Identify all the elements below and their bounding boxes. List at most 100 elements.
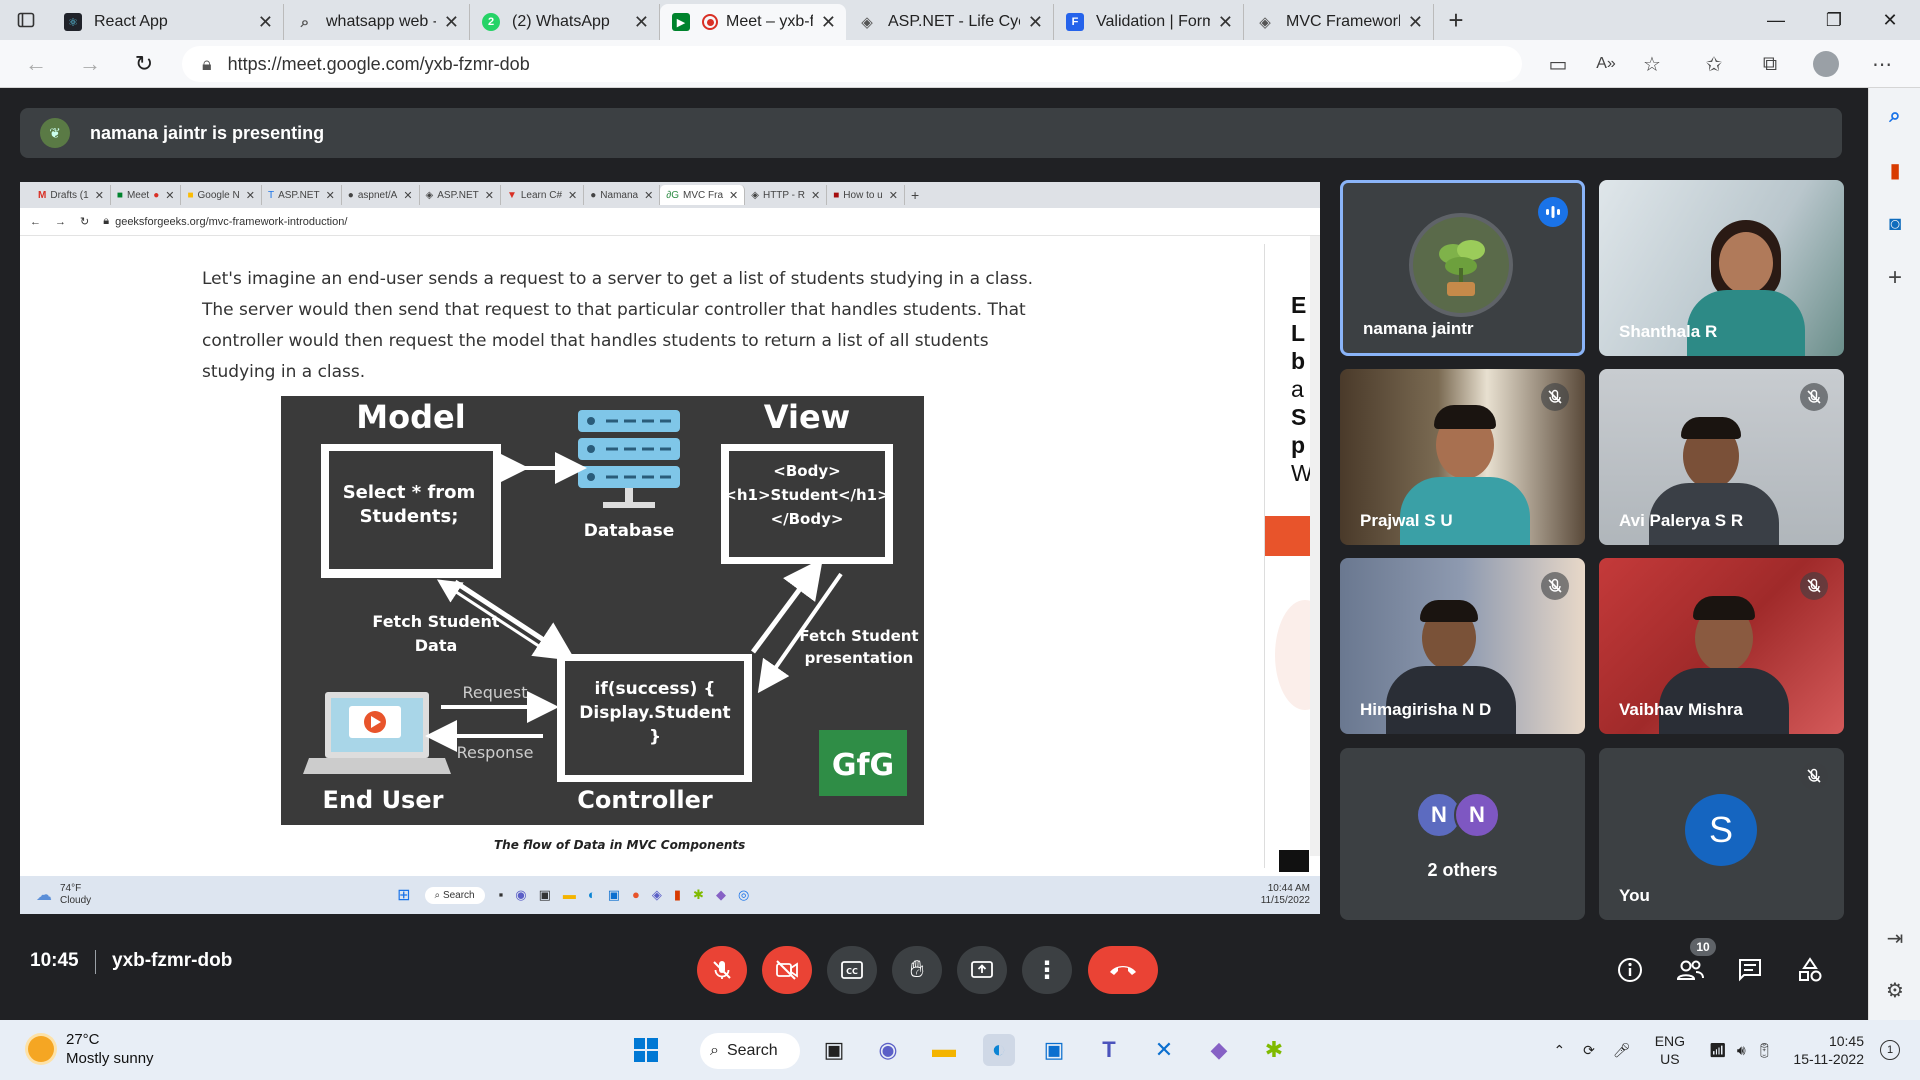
- profile-avatar[interactable]: [1812, 50, 1840, 78]
- sync-icon[interactable]: ⟳: [1583, 1042, 1595, 1059]
- tab-label: MVC Framework - Intr: [1286, 13, 1400, 30]
- participant-tile-prajwal[interactable]: Prajwal S U: [1340, 369, 1585, 545]
- close-icon[interactable]: ✕: [258, 12, 273, 33]
- notification-badge[interactable]: 1: [1880, 1040, 1900, 1060]
- favorites-icon[interactable]: ✩: [1700, 50, 1728, 78]
- arrow-right-icon: →: [55, 215, 66, 228]
- back-button[interactable]: ←: [20, 48, 52, 80]
- collections-icon[interactable]: ⧉: [1756, 50, 1784, 78]
- browser-tab-whatsapp[interactable]: 2 (2) WhatsApp ✕: [470, 4, 660, 40]
- people-button[interactable]: [1674, 954, 1706, 986]
- visual-studio-icon[interactable]: ◆: [1203, 1034, 1235, 1066]
- participant-tile-others[interactable]: N N 2 others: [1340, 748, 1585, 920]
- microphone-icon[interactable]: 🎤︎: [1613, 1042, 1631, 1059]
- captions-button[interactable]: CC: [827, 946, 877, 994]
- fetch-presentation-line-2: presentation: [805, 649, 914, 667]
- arrow-left-icon: ←: [25, 51, 47, 76]
- file-explorer-icon[interactable]: ▬: [928, 1034, 960, 1066]
- mic-off-icon: [1800, 572, 1828, 600]
- close-icon[interactable]: ✕: [1408, 12, 1423, 33]
- browser-tab-aspnet[interactable]: ◈ ASP.NET - Life Cycle ✕: [846, 4, 1054, 40]
- chevron-up-icon[interactable]: ⌃: [1553, 1042, 1565, 1059]
- read-aloud-icon[interactable]: A»: [1592, 50, 1620, 78]
- favorite-add-icon[interactable]: ☆: [1638, 50, 1666, 78]
- close-icon[interactable]: ✕: [444, 12, 459, 33]
- arrow-right-icon: →: [79, 51, 101, 76]
- presented-screen: M Drafts (1 ✕ ■ Meet ● ✕ ■ Google N ✕ T ASP.NET ✕…: [20, 182, 1320, 914]
- presented-tab: ◈ HTTP - R ✕: [745, 185, 828, 205]
- minimize-button[interactable]: —: [1748, 0, 1804, 40]
- close-window-button[interactable]: ✕: [1862, 0, 1918, 40]
- article-text: Let's imagine an end-user sends a reques…: [202, 264, 1082, 388]
- meeting-details-button[interactable]: [1614, 954, 1646, 986]
- browser-tab-whatsapp-search[interactable]: ⌕ whatsapp web - Searc ✕: [284, 4, 470, 40]
- chat-button[interactable]: [1734, 954, 1766, 986]
- participant-tile-namana[interactable]: namana jaintr: [1340, 180, 1585, 356]
- participant-tile-avi[interactable]: Avi Palerya S R: [1599, 369, 1844, 545]
- close-icon[interactable]: ✕: [634, 12, 649, 33]
- participant-tile-you[interactable]: S You: [1599, 748, 1844, 920]
- fetch-presentation-line-1: Fetch Student: [799, 627, 918, 645]
- raise-hand-button[interactable]: ✋︎: [892, 946, 942, 994]
- microphone-toggle-button[interactable]: [697, 946, 747, 994]
- volume-icon[interactable]: 🔊︎: [1737, 1042, 1746, 1059]
- browser-tab-react-app[interactable]: ⚛ React App ✕: [52, 4, 284, 40]
- participant-tile-vaibhav[interactable]: Vaibhav Mishra: [1599, 558, 1844, 734]
- vscode-icon[interactable]: ✕: [1148, 1034, 1180, 1066]
- windows-taskbar: 27°C Mostly sunny ⌕ Search ▣ ◉ ▬ ◐ ▣ T ✕…: [0, 1020, 1920, 1080]
- plus-icon[interactable]: +: [1881, 264, 1909, 292]
- browser-tab-meet[interactable]: ▶ Meet – yxb-fzmr- ✕: [660, 4, 846, 40]
- presented-tab: ■ Google N ✕: [181, 185, 262, 205]
- close-icon[interactable]: ✕: [1028, 12, 1043, 33]
- tab-actions-icon: [17, 12, 35, 28]
- wifi-icon[interactable]: 📶︎: [1709, 1042, 1727, 1059]
- edge-icon[interactable]: ◐: [983, 1034, 1015, 1066]
- taskbar-clock[interactable]: 10:45 15-11-2022: [1793, 1032, 1864, 1068]
- camera-off-icon: [776, 960, 798, 980]
- weather-widget[interactable]: 27°C Mostly sunny: [28, 1030, 154, 1068]
- database-label: Database: [584, 521, 674, 541]
- participant-tile-shanthala[interactable]: Shanthala R: [1599, 180, 1844, 356]
- teams-icon[interactable]: T: [1093, 1034, 1125, 1066]
- recording-indicator-icon: [702, 14, 718, 30]
- tab-actions-button[interactable]: [0, 0, 52, 40]
- task-view-icon[interactable]: ▣: [818, 1034, 850, 1066]
- system-tray: ⌃ ⟳ 🎤︎ ENG US 📶︎ 🔊︎ 🔋︎ 10:45 15-11-2022 …: [1553, 1028, 1900, 1072]
- language-indicator[interactable]: ENG US: [1655, 1032, 1685, 1068]
- close-icon[interactable]: ✕: [821, 12, 836, 33]
- office-icon[interactable]: ▮: [1881, 156, 1909, 184]
- meet-icon: ▶: [672, 13, 690, 31]
- browser-tab-formik[interactable]: F Validation | Formik ✕: [1054, 4, 1244, 40]
- gear-icon[interactable]: ⚙: [1881, 976, 1909, 1004]
- url-input[interactable]: 🔒︎ https://meet.google.com/yxb-fzmr-dob: [182, 46, 1522, 82]
- activities-button[interactable]: [1794, 954, 1826, 986]
- presented-tab: ◈ ASP.NET ✕: [420, 185, 501, 205]
- restore-button[interactable]: ❐: [1806, 0, 1862, 40]
- more-menu-icon[interactable]: ⋯: [1868, 50, 1896, 78]
- participant-tile-himagirisha[interactable]: Himagirisha N D: [1340, 558, 1585, 734]
- search-icon[interactable]: ⌕: [1881, 102, 1909, 130]
- leave-call-button[interactable]: [1088, 946, 1158, 994]
- more-options-button[interactable]: ⋮: [1022, 946, 1072, 994]
- response-label: Response: [457, 743, 534, 762]
- view-box-line-2: <h1>Student</h1>: [724, 486, 889, 504]
- forward-button[interactable]: →: [74, 48, 106, 80]
- camera-toggle-button[interactable]: [762, 946, 812, 994]
- tab-label: ASP.NET - Life Cycle: [888, 13, 1020, 30]
- teams-chat-icon[interactable]: ◉: [872, 1034, 904, 1066]
- refresh-icon: ↻: [134, 51, 154, 76]
- browser-tab-mvc[interactable]: ◈ MVC Framework - Intr ✕: [1244, 4, 1434, 40]
- new-tab-button[interactable]: +: [1434, 0, 1478, 40]
- snipping-tool-icon[interactable]: ✱: [1258, 1034, 1290, 1066]
- outlook-icon[interactable]: ◙: [1881, 210, 1909, 238]
- camera-permission-icon[interactable]: ▭: [1544, 50, 1572, 78]
- taskbar-search-box[interactable]: ⌕ Search: [700, 1033, 800, 1069]
- battery-icon[interactable]: 🔋︎: [1756, 1042, 1774, 1059]
- refresh-button[interactable]: ↻: [128, 48, 160, 80]
- sidebar-hide-icon[interactable]: ⇥: [1881, 924, 1909, 952]
- store-icon[interactable]: ▣: [1038, 1034, 1070, 1066]
- start-button[interactable]: [630, 1034, 662, 1066]
- present-screen-button[interactable]: [957, 946, 1007, 994]
- presented-scrollbar: [1310, 236, 1320, 856]
- close-icon[interactable]: ✕: [1218, 12, 1233, 33]
